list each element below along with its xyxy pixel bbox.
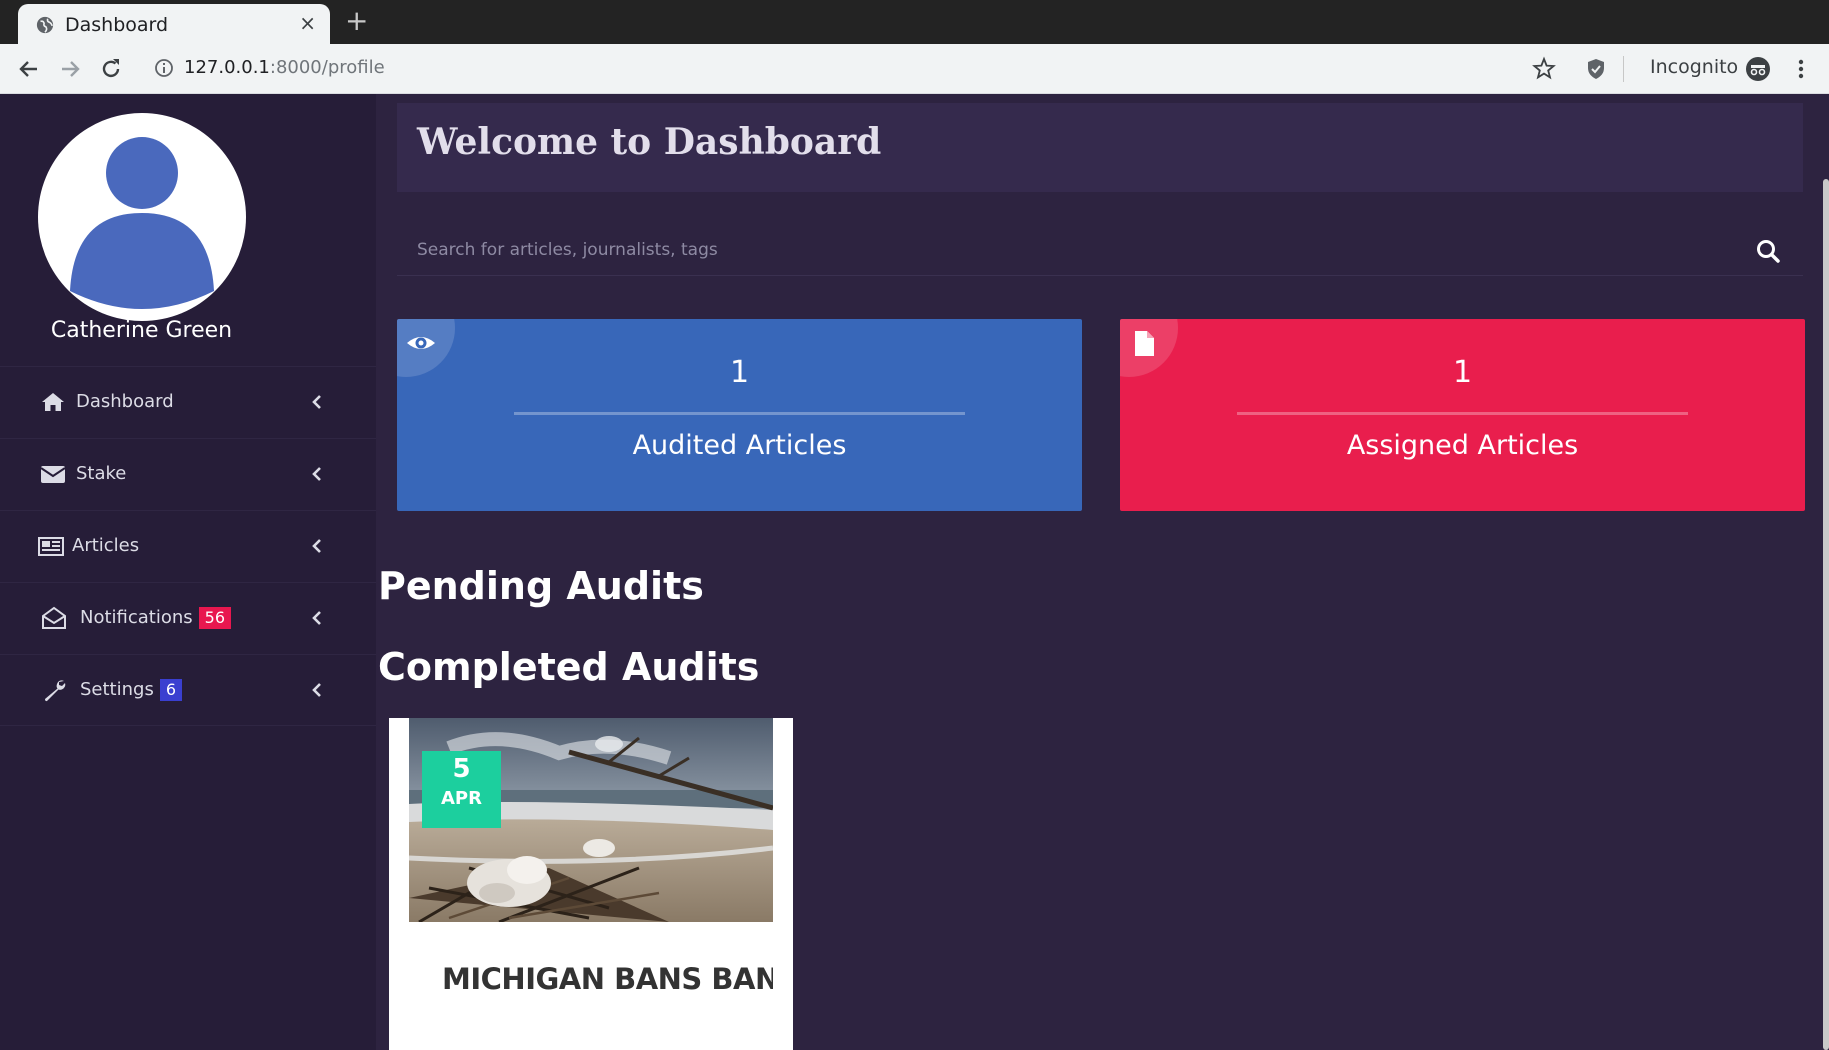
wrench-icon: [45, 680, 66, 702]
newspaper-icon: [38, 537, 64, 556]
sidebar-item-stake[interactable]: Stake: [0, 438, 376, 510]
forward-arrow-icon[interactable]: [57, 56, 83, 82]
date-month: APR: [441, 788, 482, 809]
search-bar: [397, 224, 1803, 276]
chevron-left-icon: [312, 611, 321, 625]
address-bar[interactable]: 127.0.0.1:8000/profile: [184, 57, 385, 78]
settings-count-badge: 6: [159, 679, 183, 701]
bookmark-star-icon[interactable]: [1531, 56, 1557, 82]
date-badge: 5 APR: [422, 751, 501, 828]
article-image[interactable]: 5 APR: [409, 718, 773, 922]
tab-title: Dashboard: [65, 14, 169, 36]
scrollbar[interactable]: [1823, 179, 1829, 1050]
sidebar-item-dashboard[interactable]: Dashboard: [0, 366, 376, 438]
settings-label: Settings: [80, 679, 154, 700]
home-icon: [42, 393, 64, 411]
search-icon[interactable]: [1755, 238, 1781, 264]
chevron-left-icon: [312, 467, 321, 481]
completed-audits-heading: Completed Audits: [378, 645, 760, 689]
date-day: 5: [452, 754, 471, 784]
new-tab-button[interactable]: +: [345, 7, 368, 35]
envelope-open-icon: [42, 606, 66, 629]
tab-close-icon[interactable]: ×: [299, 13, 316, 33]
site-info-icon[interactable]: [154, 58, 174, 78]
browser-tab-bar: Dashboard × +: [0, 0, 1829, 44]
assigned-articles-count: 1: [1452, 355, 1473, 390]
incognito-icon[interactable]: [1745, 56, 1771, 82]
audited-articles-count: 1: [729, 355, 750, 390]
notifications-count-badge: 56: [198, 607, 232, 629]
sidebar-item-label: Articles: [72, 535, 140, 556]
audit-card[interactable]: 5 APR MICHIGAN BANS BANNING: [389, 718, 793, 1050]
sidebar: Catherine Green Dashboard Stake Articles: [0, 94, 376, 1050]
url-path: :8000/profile: [269, 57, 385, 78]
sidebar-item-settings[interactable]: Settings 6: [0, 654, 376, 726]
notifications-label: Notifications: [80, 607, 193, 628]
chevron-left-icon: [312, 539, 321, 553]
assigned-articles-card[interactable]: 1 Assigned Articles: [1120, 319, 1805, 511]
search-input[interactable]: [397, 224, 1727, 276]
chevron-left-icon: [312, 683, 321, 697]
stat-divider: [514, 412, 965, 415]
article-title[interactable]: MICHIGAN BANS BANNING: [442, 962, 773, 996]
back-arrow-icon[interactable]: [16, 56, 42, 82]
audited-articles-card[interactable]: 1 Audited Articles: [397, 319, 1082, 511]
avatar[interactable]: [38, 113, 246, 321]
sidebar-item-label: Stake: [76, 463, 127, 484]
assigned-articles-label: Assigned Articles: [1346, 430, 1579, 461]
extension-shield-icon[interactable]: [1583, 56, 1609, 82]
reload-icon[interactable]: [98, 56, 124, 82]
sidebar-item-label: Dashboard: [76, 391, 174, 412]
audited-articles-label: Audited Articles: [632, 430, 847, 461]
welcome-banner: Welcome to Dashboard: [397, 103, 1803, 192]
user-avatar-icon: [70, 137, 214, 309]
sidebar-item-label: Settings 6: [80, 679, 183, 701]
browser-tab[interactable]: Dashboard ×: [18, 4, 330, 44]
globe-icon: [36, 16, 54, 34]
sidebar-item-articles[interactable]: Articles: [0, 510, 376, 582]
sidebar-item-notifications[interactable]: Notifications 56: [0, 582, 376, 654]
main-content: Welcome to Dashboard 1 Audited Articles …: [376, 94, 1829, 1050]
chevron-left-icon: [312, 395, 321, 409]
sidebar-item-label: Notifications 56: [80, 607, 232, 629]
envelope-icon: [40, 466, 66, 483]
url-host: 127.0.0.1: [184, 57, 270, 78]
incognito-label: Incognito: [1650, 56, 1739, 78]
pending-audits-heading: Pending Audits: [378, 564, 704, 608]
more-menu-icon[interactable]: [1788, 56, 1814, 82]
profile-name: Catherine Green: [50, 318, 233, 343]
toolbar-separator: [1623, 56, 1624, 82]
page-title: Welcome to Dashboard: [417, 121, 882, 163]
stat-divider: [1237, 412, 1688, 415]
browser-toolbar: 127.0.0.1:8000/profile Incognito: [0, 44, 1829, 94]
